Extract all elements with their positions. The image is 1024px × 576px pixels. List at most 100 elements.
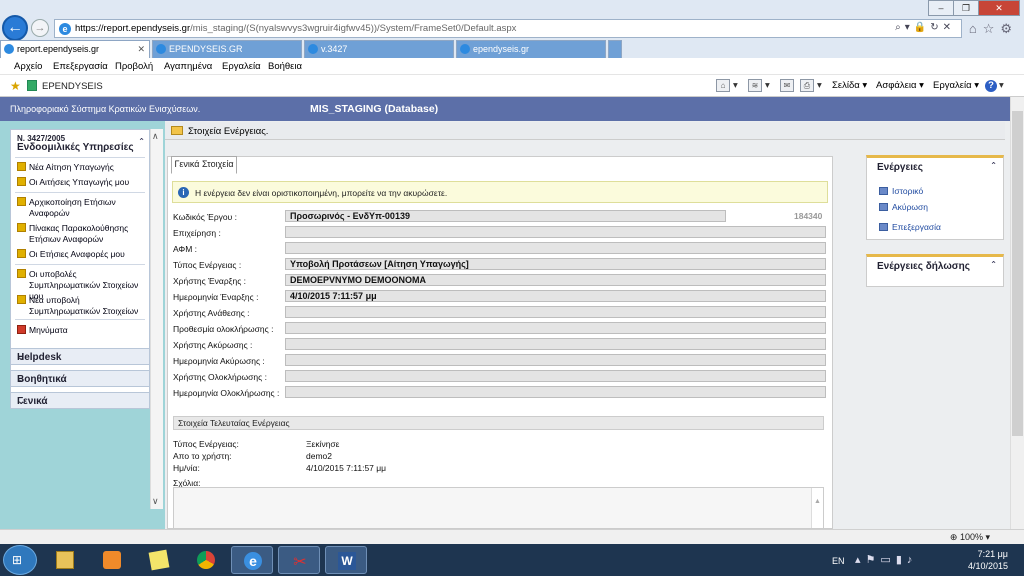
taskbar-media-player[interactable] [91,546,133,574]
print-dropdown-icon[interactable]: ▾ [817,80,822,91]
help-dropdown-icon[interactable]: ▾ [999,80,1004,91]
menu-bar: Αρχείο Επεξεργασία Προβολή Αγαπημένα Εργ… [0,58,1024,75]
nav-item-annual-reports-tracking[interactable]: Πίνακας Παρακολούθησης Ετήσιων Αναφορών [17,223,147,245]
minimize-button[interactable]: – [928,0,954,16]
safety-menu[interactable]: Ασφάλεια ▾ [876,80,924,91]
nav-item-my-applications[interactable]: Οι Αιτήσεις Υπαγωγής μου [17,177,147,188]
menu-help[interactable]: Βοήθεια [268,61,302,72]
restore-button[interactable]: ❐ [953,0,979,16]
nav-title: Ενδοομιλικές Υπηρεσίες [17,142,134,153]
cancel-link[interactable]: Ακύρωση [879,202,928,212]
scroll-up-icon[interactable]: ∧ [152,131,159,142]
declaration-actions-panel: Ενέργειες δήλωσης ⌃ [866,254,1004,287]
tab-general-info[interactable]: Γενικά Στοιχεία [171,156,237,174]
nav-divider [15,192,145,193]
display-icon[interactable]: ▭ [880,554,895,566]
nav-item-init-annual-reports[interactable]: Αρχικοποίηση Ετήσιων Αναφορών [17,197,147,219]
forward-button[interactable]: → [31,19,49,37]
nav-item-new-supplementary-submission[interactable]: Νέα υποβολή Συμπληρωματικών Στοιχείων [17,295,147,317]
collapse-chevron-icon[interactable]: ⌃ [990,161,997,170]
taskbar-word[interactable]: W [325,546,367,574]
new-tab-button[interactable] [608,40,622,58]
menu-edit[interactable]: Επεξεργασία [53,61,108,72]
collapse-chevron-icon[interactable]: ⌃ [138,137,145,146]
taskbar-explorer[interactable] [44,546,86,574]
media-player-icon [103,551,121,569]
nav-section-helpdesk[interactable]: Helpdesk ⌄ [10,348,150,365]
menu-file[interactable]: Αρχείο [14,61,42,72]
language-indicator[interactable]: EN [832,556,845,566]
refresh-icon[interactable]: ↻ [930,22,942,33]
expand-chevron-icon[interactable]: ⌄ [17,396,146,407]
lock-icon[interactable]: 🔒 [914,22,930,33]
field-label: Χρήστης Ανάθεσης : [173,308,250,318]
field-label: Επιχείρηση : [173,228,221,238]
zoom-level: 100% [959,532,983,542]
edit-link[interactable]: Επεξεργασία [879,222,941,232]
tab-report-ependyseis[interactable]: report.ependyseis.gr ✕ [0,40,150,58]
content-header: Στοιχεία Ενέργειας. [165,122,1005,140]
network-icon[interactable]: ▮ [896,554,907,566]
settings-gear-icon[interactable]: ⚙ [1000,21,1018,36]
nav-item-messages[interactable]: Μηνύματα [17,325,147,336]
home-command-icon[interactable]: ⌂ [716,79,730,92]
search-icon[interactable]: ⌕ [895,22,905,33]
expand-chevron-icon[interactable]: ⌄ [17,374,146,385]
nav-item-new-application[interactable]: Νέα Αίτηση Υπαγωγής [17,162,147,173]
home-dropdown-icon[interactable]: ▾ [733,80,738,91]
nav-section-general[interactable]: Γενικά ⌄ [10,392,150,409]
help-icon[interactable]: ? [985,80,997,92]
nav-item-my-annual-reports[interactable]: Οι Ετήσιες Αναφορές μου [17,249,147,260]
last-action-header: Στοιχεία Τελευταίας Ενέργειας [173,416,824,430]
comments-scrollbar[interactable]: ▲ [811,488,823,528]
favorite-link-ependyseis[interactable]: EPENDYSEIS [42,81,103,92]
field-action-type: Υποβολή Προτάσεων [Αίτηση Υπαγωγής] [285,258,826,270]
app-system-name: Πληροφοριακό Σύστημα Κρατικών Ενισχύσεων… [10,104,201,114]
scroll-down-icon[interactable]: ∨ [152,496,159,507]
clock-time[interactable]: 7:21 μμ [966,549,1008,559]
dropdown-icon[interactable]: ▾ [905,22,914,33]
address-bar[interactable]: e https://report.ependyseis.gr/mis_stagi… [54,19,962,38]
page-scrollbar-thumb[interactable] [1012,111,1023,436]
history-link[interactable]: Ιστορικό [879,186,923,196]
page-scrollbar[interactable] [1010,97,1024,529]
nav-section-auxiliary[interactable]: Βοηθητικά ⌄ [10,370,150,387]
add-favorites-star-icon[interactable]: ★ [10,79,21,93]
tray-arrow-icon[interactable]: ▴ [855,554,866,566]
info-text: Η ενέργεια δεν είναι οριστικοποιημένη, μ… [195,188,448,198]
taskbar-chrome[interactable] [185,546,227,574]
tab-v3427[interactable]: v.3427 [304,40,454,58]
taskbar-snipping-tool[interactable]: ✂ [278,546,320,574]
home-icon[interactable]: ⌂ [969,21,983,36]
menu-view[interactable]: Προβολή [115,61,153,72]
read-mail-icon[interactable]: ✉ [780,79,794,92]
tools-menu[interactable]: Εργαλεία ▾ [933,80,979,91]
back-button[interactable]: ← [2,15,28,41]
page-menu[interactable]: Σελίδα ▾ [832,80,867,91]
clock-date[interactable]: 4/10/2015 [960,561,1008,571]
tab-ependyseis-gr[interactable]: ependyseis.gr [456,40,606,58]
flag-icon[interactable]: ⚑ [866,554,881,566]
menu-tools[interactable]: Εργαλεία [222,61,261,72]
close-icon[interactable]: ✕ [943,22,955,33]
scroll-up-icon[interactable]: ▲ [814,498,821,505]
close-window-button[interactable]: ✕ [978,0,1020,16]
left-scrollbar[interactable]: ∧ ∨ [150,129,163,509]
field-deadline [285,322,826,334]
favorites-star-icon[interactable]: ☆ [983,21,1001,36]
windows-logo-icon: ⊞ [12,553,23,567]
rss-feed-icon[interactable]: ≋ [748,79,762,92]
collapse-chevron-icon[interactable]: ⌃ [990,260,997,269]
taskbar-sticky-notes[interactable] [138,546,180,574]
field-complete-date [285,386,826,398]
menu-favorites[interactable]: Αγαπημένα [164,61,212,72]
tab-close-icon[interactable]: ✕ [137,41,145,57]
volume-icon[interactable]: ♪ [907,554,918,566]
zoom-control[interactable]: ⊕ 100% ▾ [950,532,990,543]
print-icon[interactable]: ⎙ [800,79,814,92]
taskbar-internet-explorer[interactable]: e [231,546,273,574]
tab-ependyseis-gr-upper[interactable]: EPENDYSEIS.GR [152,40,302,58]
comments-field[interactable]: ▲ [173,487,824,529]
rss-dropdown-icon[interactable]: ▾ [765,80,770,91]
expand-chevron-icon[interactable]: ⌄ [17,352,146,363]
